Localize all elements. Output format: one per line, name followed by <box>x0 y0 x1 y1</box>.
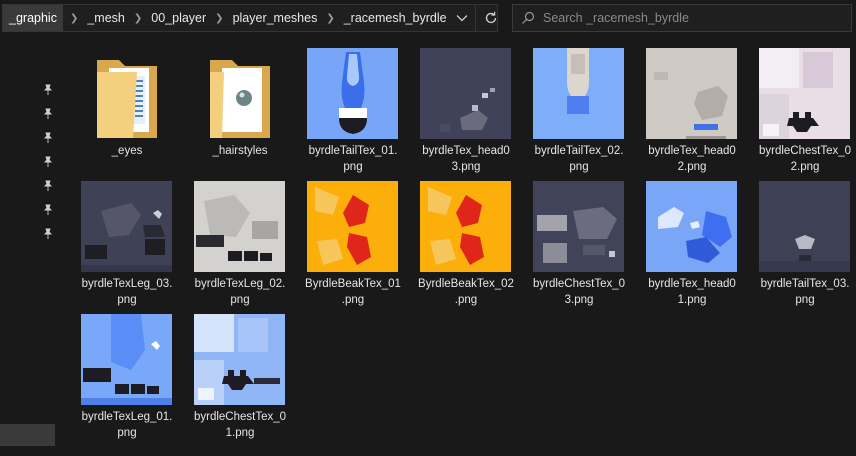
search-input[interactable] <box>543 11 833 25</box>
grid-item[interactable]: byrdleTexLeg_02. png <box>175 173 285 306</box>
file-name: _hairstyles <box>212 145 268 157</box>
breadcrumb-item-racemesh-byrdle[interactable]: _racemesh_byrdle <box>342 5 449 31</box>
file-name: byrdleTexLeg_03. png <box>81 278 173 306</box>
pin-icon[interactable] <box>42 228 54 240</box>
breadcrumb-item-00-player[interactable]: 00_player <box>149 5 208 31</box>
address-bar-area: _graphic ❯ _mesh ❯ 00_player ❯ player_me… <box>0 0 856 36</box>
image-thumbnail <box>194 181 285 272</box>
image-thumbnail <box>533 48 624 139</box>
grid-item[interactable]: _eyes <box>62 40 172 168</box>
refresh-icon <box>485 11 496 24</box>
pin-icon[interactable] <box>42 108 54 120</box>
grid-item[interactable]: byrdleChestTex_0 3.png <box>514 173 625 306</box>
image-thumbnail <box>420 48 511 139</box>
image-thumbnail <box>759 48 850 139</box>
file-name: byrdleTexLeg_01. png <box>81 411 173 439</box>
grid-item[interactable]: byrdleChestTex_0 2.png <box>740 40 851 173</box>
grid-item[interactable]: byrdleChestTex_0 1.png <box>175 306 286 439</box>
file-name: ByrdleBeakTex_01 .png <box>305 278 401 306</box>
grid-item[interactable]: byrdleTailTex_02. png <box>514 40 624 173</box>
chevron-right-icon: ❯ <box>215 12 224 24</box>
search-icon <box>513 11 543 25</box>
file-name: byrdleChestTex_0 2.png <box>758 145 852 173</box>
file-name: _eyes <box>111 145 143 157</box>
file-name: byrdleTex_head0 1.png <box>648 278 736 306</box>
image-thumbnail <box>533 181 624 272</box>
file-name: byrdleTex_head0 3.png <box>422 145 510 173</box>
grid-item[interactable]: ByrdleBeakTex_01 .png <box>288 173 401 306</box>
pin-icon[interactable] <box>42 180 54 192</box>
pin-icon[interactable] <box>42 84 54 96</box>
grid-item[interactable]: byrdleTexLeg_01. png <box>62 306 172 439</box>
folder-icon <box>194 48 285 139</box>
grid-item[interactable]: byrdleTex_head0 3.png <box>401 40 511 173</box>
image-thumbnail <box>420 181 511 272</box>
image-thumbnail <box>646 181 737 272</box>
image-thumbnail <box>81 181 172 272</box>
file-name: byrdleChestTex_0 3.png <box>532 278 626 306</box>
chevron-right-icon: ❯ <box>326 12 335 24</box>
image-thumbnail <box>307 181 398 272</box>
breadcrumb-item-graphic[interactable]: _graphic <box>3 5 63 31</box>
file-name: byrdleTailTex_01. png <box>308 145 398 173</box>
pin-icon[interactable] <box>42 204 54 216</box>
image-thumbnail <box>194 314 285 405</box>
search-box[interactable] <box>512 4 852 32</box>
file-name: byrdleTexLeg_02. png <box>194 278 286 306</box>
chevron-right-icon: ❯ <box>69 12 79 24</box>
chevron-down-icon <box>456 15 468 22</box>
file-name: byrdleTailTex_02. png <box>534 145 624 173</box>
pin-icon[interactable] <box>42 156 54 168</box>
grid-item[interactable]: ByrdleBeakTex_02 .png <box>401 173 514 306</box>
image-thumbnail <box>646 48 737 139</box>
breadcrumb-item-player-meshes[interactable]: player_meshes <box>231 5 320 31</box>
breadcrumb[interactable]: _graphic ❯ _mesh ❯ 00_player ❯ player_me… <box>2 4 498 32</box>
chevron-right-icon: ❯ <box>133 12 143 24</box>
refresh-button[interactable] <box>474 5 506 31</box>
grid-item[interactable]: byrdleTex_head0 1.png <box>627 173 737 306</box>
grid-item[interactable]: byrdleTailTex_03. png <box>740 173 850 306</box>
file-name: byrdleChestTex_0 1.png <box>193 411 287 439</box>
navigation-pane <box>0 36 58 456</box>
file-name: ByrdleBeakTex_02 .png <box>418 278 514 306</box>
breadcrumb-item-mesh[interactable]: _mesh <box>85 5 127 31</box>
grid-item[interactable]: _hairstyles <box>175 40 285 168</box>
image-thumbnail <box>759 181 850 272</box>
file-name: byrdleTex_head0 2.png <box>648 145 736 173</box>
pin-icon[interactable] <box>42 132 54 144</box>
file-grid: _eyes _hairstyles byrdleTailTex_01.png <box>62 40 856 456</box>
nav-selected-item[interactable] <box>0 424 55 446</box>
image-thumbnail <box>307 48 398 139</box>
grid-item[interactable]: byrdleTailTex_01. png <box>288 40 398 173</box>
recent-locations-button[interactable] <box>449 5 475 31</box>
file-name: byrdleTailTex_03. png <box>760 278 850 306</box>
grid-item[interactable]: byrdleTex_head0 2.png <box>627 40 737 173</box>
image-thumbnail <box>81 314 172 405</box>
grid-item[interactable]: byrdleTexLeg_03. png <box>62 173 172 306</box>
folder-icon <box>81 48 172 139</box>
